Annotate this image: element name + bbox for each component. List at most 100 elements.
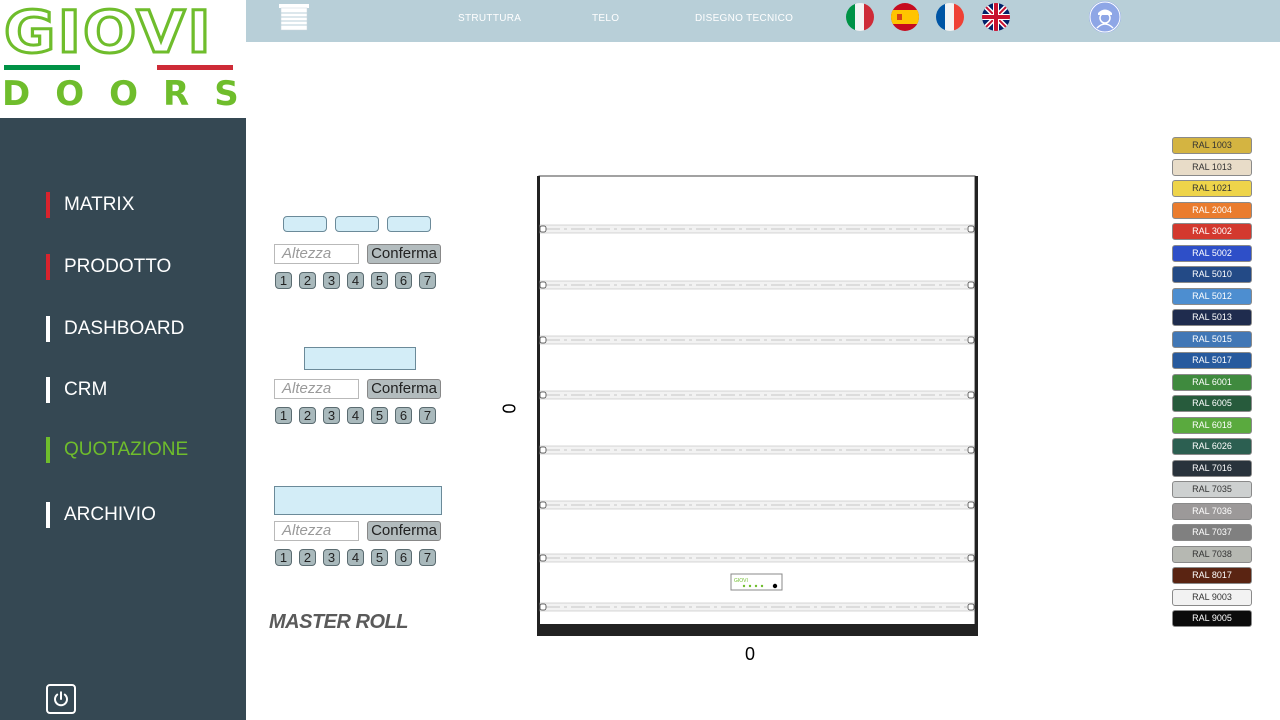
ral-swatch[interactable]: RAL 8017	[1172, 567, 1252, 584]
nav-indicator	[46, 254, 50, 280]
ral-swatch[interactable]: RAL 7035	[1172, 481, 1252, 498]
option-button-2[interactable]	[335, 216, 379, 232]
nav-indicator	[46, 316, 50, 342]
number-button-7[interactable]: 7	[419, 549, 436, 566]
option-button-1[interactable]	[283, 216, 327, 232]
nav-indicator	[46, 377, 50, 403]
altezza-input[interactable]: Altezza	[274, 379, 359, 399]
conferma-button[interactable]: Conferma	[367, 379, 441, 399]
france-flag-icon[interactable]	[936, 3, 964, 31]
number-button-6[interactable]: 6	[395, 549, 412, 566]
ral-swatch[interactable]: RAL 2004	[1172, 201, 1252, 219]
number-button-1[interactable]: 1	[275, 272, 292, 289]
number-button-4[interactable]: 4	[347, 549, 364, 566]
nav-indicator	[46, 437, 50, 463]
value-field-3[interactable]	[274, 486, 442, 515]
ral-swatch[interactable]: RAL 7016	[1172, 459, 1252, 477]
ral-swatch[interactable]: RAL 7037	[1172, 524, 1252, 541]
shutter-slat	[539, 390, 975, 400]
number-button-3[interactable]: 3	[323, 407, 340, 424]
power-button[interactable]	[46, 684, 76, 714]
number-buttons-row: 1 2 3 4 5 6 7	[275, 272, 436, 289]
user-avatar-icon[interactable]	[1089, 1, 1121, 33]
ral-swatch[interactable]: RAL 7038	[1172, 545, 1252, 563]
sidebar-item-dashboard[interactable]: DASHBOARD	[46, 314, 184, 344]
altezza-input[interactable]: Altezza	[274, 244, 359, 264]
uk-flag-icon[interactable]	[982, 3, 1010, 31]
sidebar-item-matrix[interactable]: MATRIX	[46, 190, 134, 220]
svg-text:GIOVI: GIOVI	[734, 578, 748, 584]
ral-swatch[interactable]: RAL 9003	[1172, 588, 1252, 606]
conferma-button[interactable]: Conferma	[367, 244, 441, 264]
height-dimension: 0	[498, 403, 519, 414]
sidebar-item-label: DASHBOARD	[64, 318, 185, 339]
product-name-label: MASTER ROLL	[269, 611, 408, 633]
altezza-input[interactable]: Altezza	[274, 521, 359, 541]
ral-swatch[interactable]: RAL 5002	[1172, 244, 1252, 262]
ral-swatch[interactable]: RAL 6018	[1172, 416, 1252, 434]
number-button-1[interactable]: 1	[275, 407, 292, 424]
ral-swatch[interactable]: RAL 6001	[1172, 373, 1252, 391]
sidebar-item-label: CRM	[64, 379, 108, 400]
number-buttons-row: 1 2 3 4 5 6 7	[275, 407, 436, 424]
number-button-5[interactable]: 5	[371, 272, 388, 289]
number-button-1[interactable]: 1	[275, 549, 292, 566]
number-button-7[interactable]: 7	[419, 407, 436, 424]
value-field-2[interactable]	[304, 347, 416, 370]
sidebar-item-label: MATRIX	[64, 194, 135, 215]
sidebar-item-label: ARCHIVIO	[64, 504, 156, 525]
ral-swatch[interactable]: RAL 5012	[1172, 287, 1252, 305]
shutter-slat	[539, 553, 975, 563]
spain-flag-icon[interactable]	[891, 3, 919, 31]
power-icon	[54, 691, 68, 707]
nav-indicator	[46, 192, 50, 218]
sidebar-item-label: PRODOTTO	[64, 256, 172, 277]
ral-swatch[interactable]: RAL 6026	[1172, 438, 1252, 455]
number-button-6[interactable]: 6	[395, 407, 412, 424]
logo-sub-text: DOORS	[2, 74, 264, 114]
number-button-3[interactable]: 3	[323, 549, 340, 566]
number-button-2[interactable]: 2	[299, 549, 316, 566]
number-button-6[interactable]: 6	[395, 272, 412, 289]
ral-swatch[interactable]: RAL 5010	[1172, 266, 1252, 283]
sidebar-item-archivio[interactable]: ARCHIVIO	[46, 500, 156, 530]
number-button-5[interactable]: 5	[371, 407, 388, 424]
number-button-7[interactable]: 7	[419, 272, 436, 289]
number-button-3[interactable]: 3	[323, 272, 340, 289]
number-button-4[interactable]: 4	[347, 407, 364, 424]
sidebar: GIOVI DOORS MATRIX PRODOTTO DASHBOARD CR…	[0, 0, 246, 720]
logo-brand-text: GIOVI	[2, 0, 213, 66]
sidebar-item-crm[interactable]: CRM	[46, 375, 107, 405]
shutter-slat	[539, 280, 975, 290]
number-button-2[interactable]: 2	[299, 407, 316, 424]
tab-struttura[interactable]: STRUTTURA	[458, 13, 521, 24]
conferma-button[interactable]: Conferma	[367, 521, 441, 541]
bottom-rail	[537, 624, 978, 636]
shutter-slat	[539, 335, 975, 345]
ral-swatch[interactable]: RAL 3002	[1172, 223, 1252, 240]
italy-flag-icon[interactable]	[846, 3, 874, 31]
ral-swatch[interactable]: RAL 5013	[1172, 309, 1252, 326]
width-dimension: 0	[745, 644, 756, 664]
top-bar: STRUTTURA TELO DISEGNO TECNICO	[246, 0, 1280, 42]
ral-swatch[interactable]: RAL 7036	[1172, 502, 1252, 520]
ral-swatch[interactable]: RAL 1003	[1172, 137, 1252, 154]
ral-swatch[interactable]: RAL 5017	[1172, 352, 1252, 369]
number-button-5[interactable]: 5	[371, 549, 388, 566]
sidebar-item-quotazione[interactable]: QUOTAZIONE	[46, 435, 188, 465]
ral-swatch[interactable]: RAL 1013	[1172, 158, 1252, 176]
shutter-drawing: GIOVI	[536, 174, 979, 636]
ral-swatch[interactable]: RAL 9005	[1172, 610, 1252, 627]
number-button-2[interactable]: 2	[299, 272, 316, 289]
logo-tricolor-stripe	[4, 65, 233, 70]
shutter-icon[interactable]	[278, 3, 310, 31]
shutter-drawing-svg: GIOVI	[537, 175, 978, 636]
number-button-4[interactable]: 4	[347, 272, 364, 289]
tab-telo[interactable]: TELO	[592, 13, 619, 24]
tab-disegno-tecnico[interactable]: DISEGNO TECNICO	[695, 13, 793, 24]
sidebar-item-prodotto[interactable]: PRODOTTO	[46, 252, 171, 282]
ral-swatch[interactable]: RAL 5015	[1172, 330, 1252, 348]
option-button-3[interactable]	[387, 216, 431, 232]
ral-swatch[interactable]: RAL 1021	[1172, 180, 1252, 197]
ral-swatch[interactable]: RAL 6005	[1172, 395, 1252, 412]
